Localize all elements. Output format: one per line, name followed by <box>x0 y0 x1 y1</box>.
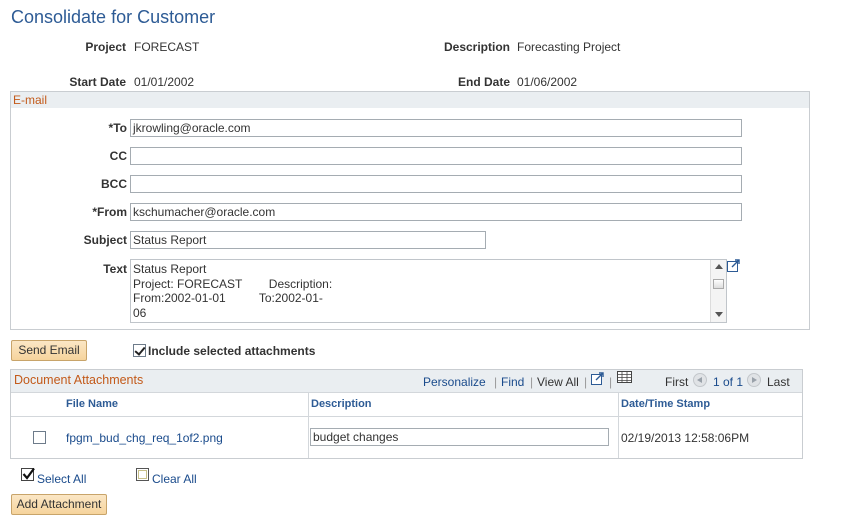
end-date-value: 01/06/2002 <box>517 75 578 89</box>
first-label[interactable]: First <box>665 375 688 389</box>
message-textarea[interactable]: Status Report Project: FORECAST Descript… <box>130 259 727 323</box>
attachment-description-field[interactable]: budget changes <box>310 428 609 446</box>
find-link[interactable]: Find <box>501 375 524 389</box>
description-label: Description <box>443 40 510 54</box>
col-header-timestamp: Date/Time Stamp <box>621 398 711 410</box>
view-all-link[interactable]: View All <box>537 375 579 389</box>
download-grid-icon[interactable] <box>617 371 633 384</box>
row-divider <box>11 416 802 417</box>
row-select-checkbox[interactable] <box>33 431 46 444</box>
page-title: Consolidate for Customer <box>11 7 216 27</box>
start-date-label: Start Date <box>69 75 126 89</box>
start-date-value: 01/01/2002 <box>134 75 195 89</box>
clear-all-icon[interactable] <box>136 467 151 482</box>
project-value: FORECAST <box>134 40 200 54</box>
expand-text-icon[interactable] <box>727 259 741 272</box>
include-attachments-label: Include selected attachments <box>148 344 316 358</box>
attachments-title: Document Attachments <box>14 373 144 387</box>
attachment-timestamp: 02/19/2013 12:58:06PM <box>621 431 750 445</box>
new-window-icon[interactable] <box>591 372 605 385</box>
cc-label: CC <box>109 149 127 163</box>
next-icon[interactable] <box>747 373 761 387</box>
send-email-button[interactable]: Send Email <box>11 340 87 361</box>
project-label: Project <box>85 40 126 54</box>
page-range: 1 of 1 <box>713 375 744 389</box>
from-field[interactable]: kschumacher@oracle.com <box>130 203 742 221</box>
bcc-field[interactable] <box>130 175 742 193</box>
cc-field[interactable] <box>130 147 742 165</box>
end-date-label: End Date <box>457 75 510 89</box>
col-header-description: Description <box>311 398 372 410</box>
toolbar-separator: | <box>530 375 534 389</box>
to-label: *To <box>108 121 127 135</box>
toolbar-separator: | <box>609 375 613 389</box>
from-label: *From <box>92 205 127 219</box>
scroll-up-icon[interactable] <box>715 264 723 269</box>
textarea-scrollbar[interactable] <box>710 260 726 322</box>
email-section-header: E-mail <box>11 92 809 108</box>
bcc-label: BCC <box>101 177 127 191</box>
column-divider <box>308 393 309 458</box>
include-attachments-checkbox[interactable] <box>133 344 146 357</box>
col-header-file-name: File Name <box>66 398 118 410</box>
header-divider <box>11 392 802 393</box>
clear-all-link[interactable]: Clear All <box>152 472 197 486</box>
select-all-link[interactable]: Select All <box>37 472 86 486</box>
column-divider <box>618 393 619 458</box>
subject-label: Subject <box>83 233 127 247</box>
scroll-thumb[interactable] <box>713 279 724 289</box>
subject-field[interactable]: Status Report <box>130 231 486 249</box>
add-attachment-button[interactable]: Add Attachment <box>11 494 107 515</box>
toolbar-separator: | <box>584 375 588 389</box>
text-label: Text <box>103 262 127 276</box>
file-name-link[interactable]: fpgm_bud_chg_req_1of2.png <box>66 431 223 445</box>
to-field[interactable]: jkrowling@oracle.com <box>130 119 742 137</box>
scroll-down-icon[interactable] <box>715 312 723 317</box>
description-value: Forecasting Project <box>517 40 621 54</box>
previous-icon[interactable] <box>693 373 707 387</box>
last-label[interactable]: Last <box>767 375 790 389</box>
toolbar-separator: | <box>494 375 498 389</box>
select-all-icon[interactable] <box>21 467 36 482</box>
personalize-link[interactable]: Personalize <box>423 375 486 389</box>
